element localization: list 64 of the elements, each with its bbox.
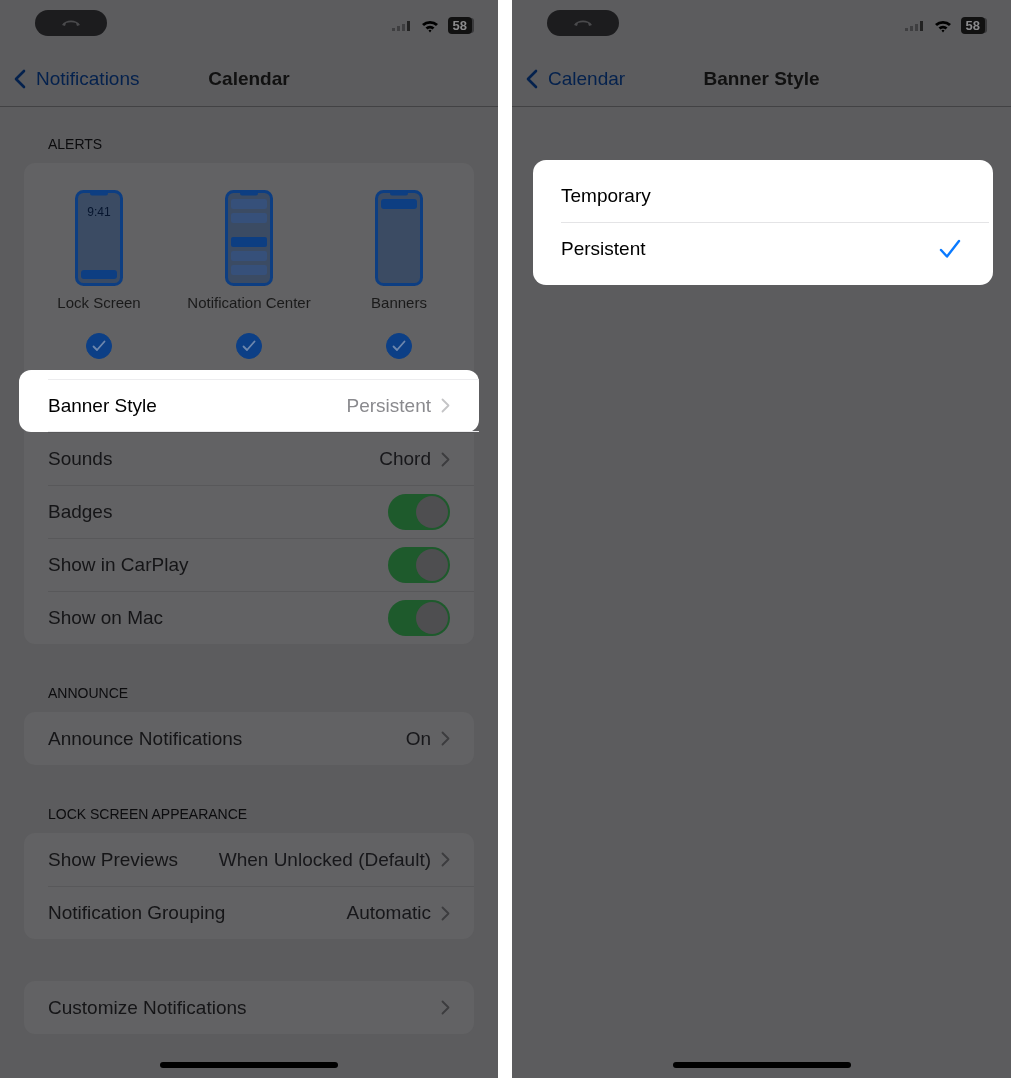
settings-row[interactable]: Temporary	[537, 169, 989, 222]
alert-style-label: Lock Screen	[57, 293, 141, 313]
chevron-icon	[441, 451, 450, 467]
alert-style-label: Banners	[371, 293, 427, 313]
row-label: Notification Grouping	[48, 902, 227, 924]
battery-indicator: 58	[447, 17, 472, 34]
checkbox[interactable]	[236, 333, 262, 359]
row-value: Chord	[379, 448, 431, 470]
settings-row[interactable]: Badges	[24, 485, 474, 538]
phone-icon	[572, 18, 594, 28]
checkmark-icon	[242, 340, 256, 352]
checkbox[interactable]	[386, 333, 412, 359]
settings-row[interactable]: Persistent	[537, 222, 989, 275]
phone-icon	[60, 18, 82, 28]
row-value: On	[405, 727, 431, 750]
section-header: ANNOUNCE	[47, 684, 130, 703]
row-label: Show in CarPlay	[48, 554, 190, 576]
checkmark-icon	[92, 340, 106, 352]
row-label: Banner Style	[48, 394, 158, 417]
screen-title: Calendar	[208, 68, 290, 90]
row-value: When Unlocked (Default)	[218, 848, 431, 871]
wifi-icon	[420, 18, 439, 33]
row-label: Announce Notifications	[48, 727, 244, 750]
signal-icon	[391, 20, 412, 31]
chevron-icon	[441, 398, 450, 413]
settings-row[interactable]: Banner Style Persistent	[19, 370, 479, 432]
checkmark-icon	[392, 340, 406, 352]
settings-row[interactable]: Show Previews When Unlocked (Default)	[24, 833, 474, 886]
settings-row[interactable]: Announce Notifications On	[24, 712, 474, 765]
chevron-icon	[441, 1000, 450, 1015]
back-chevron-icon	[526, 69, 538, 89]
row-label: Persistent	[561, 238, 647, 260]
call-indicator[interactable]	[35, 10, 107, 36]
chevron-icon	[441, 852, 450, 867]
row-value: Persistent	[346, 394, 431, 417]
row-label: Show Previews	[48, 848, 179, 871]
chevron-icon	[441, 731, 450, 746]
signal-icon	[904, 20, 925, 31]
alert-style-label: Notification Center	[187, 293, 311, 313]
back-button[interactable]: Calendar	[526, 68, 704, 90]
section-header: ALERTS	[47, 135, 104, 154]
toggle-switch[interactable]	[388, 494, 450, 530]
back-chevron-icon	[14, 69, 26, 89]
settings-row[interactable]: Customize Notifications	[24, 981, 474, 1034]
back-button[interactable]: Notifications	[14, 68, 209, 90]
wifi-icon	[933, 18, 952, 33]
chevron-icon	[441, 905, 450, 921]
row-label: Sounds	[48, 448, 114, 470]
toggle-switch[interactable]	[388, 547, 450, 583]
toggle-switch[interactable]	[388, 600, 450, 636]
battery-indicator: 58	[960, 17, 985, 34]
settings-row[interactable]: Show in CarPlay	[24, 538, 474, 591]
settings-row[interactable]: Notification Grouping Automatic	[24, 886, 474, 939]
row-label: Show on Mac	[48, 607, 165, 629]
settings-row[interactable]: Show on Mac	[24, 591, 474, 644]
settings-row[interactable]: Sounds Chord	[24, 432, 474, 485]
call-indicator[interactable]	[547, 10, 619, 36]
row-value: Automatic	[346, 902, 431, 924]
section-header: LOCK SCREEN APPEARANCE	[47, 805, 249, 824]
screen-title: Banner Style	[703, 68, 820, 90]
checkbox[interactable]	[86, 333, 112, 359]
row-label: Temporary	[561, 184, 652, 207]
row-label: Customize Notifications	[48, 996, 248, 1019]
row-label: Badges	[48, 501, 114, 523]
